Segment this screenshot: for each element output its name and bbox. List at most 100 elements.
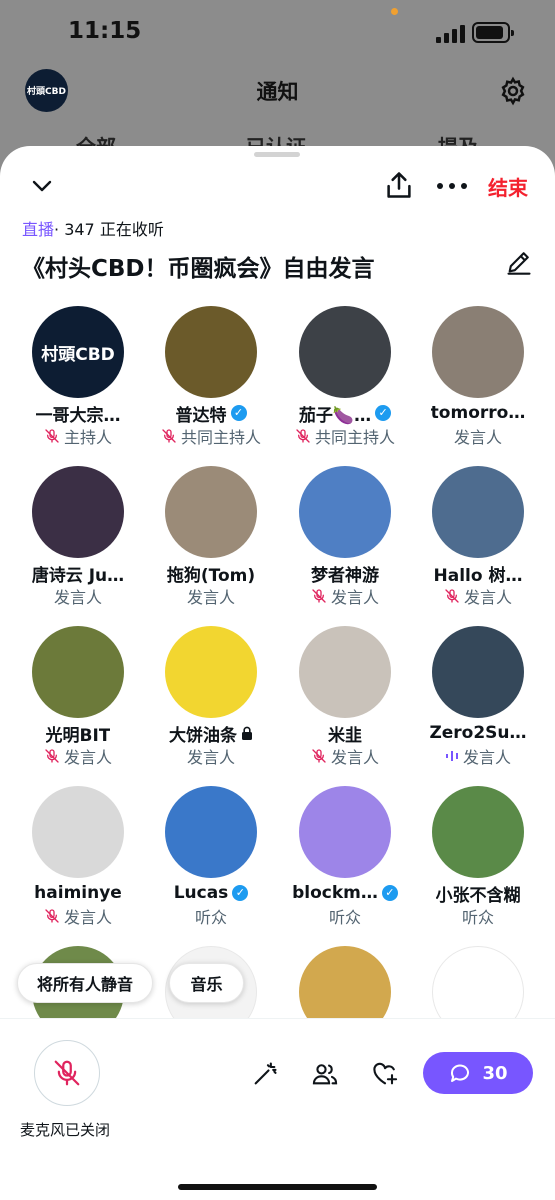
participant-role: 发言人 — [186, 748, 235, 767]
participant-name: Hallo 树… — [433, 565, 523, 586]
space-bottom-bar: 麦克风已关闭 30 — [0, 1018, 555, 1200]
participant-name-row: 大饼油条 — [144, 721, 278, 746]
participant-avatar[interactable] — [432, 466, 524, 558]
participant-name-row: 普达特 ✓ — [144, 401, 278, 426]
participant-card[interactable]: 唐诗云 Ju… 发言人 — [11, 466, 145, 607]
participant-name: Lucas — [173, 883, 229, 903]
gear-icon[interactable] — [498, 76, 528, 106]
participant-card[interactable]: tomorro… 发言人 — [411, 306, 545, 447]
edit-icon[interactable] — [505, 248, 533, 276]
participant-role: 发言人 — [453, 428, 502, 447]
participant-avatar[interactable] — [299, 306, 391, 398]
participant-name: Zero2Su… — [429, 723, 527, 743]
participant-name: 光明BIT — [45, 725, 111, 746]
space-title: 《村头CBD！币圈疯会》自由发言 — [22, 256, 375, 282]
share-icon[interactable] — [385, 170, 413, 200]
participant-role: 听众 — [461, 908, 494, 927]
space-toolbar: 结束 — [0, 170, 555, 204]
participant-role: 听众 — [328, 908, 361, 927]
more-icon[interactable] — [437, 174, 467, 198]
participant-name-row: haiminye — [11, 881, 145, 905]
battery-icon — [472, 22, 514, 43]
mic-off-icon — [45, 909, 59, 923]
participant-card[interactable]: 茄子🍆… ✓ 共同主持人 — [278, 306, 412, 447]
participant-role: 发言人 — [463, 588, 512, 607]
participant-name-row: Zero2Su… — [411, 721, 545, 745]
participant-role-row: 听众 — [278, 905, 412, 927]
participant-card[interactable]: Hallo 树… 发言人 — [411, 466, 545, 607]
participant-avatar[interactable] — [32, 786, 124, 878]
participant-name: 茄子🍆… — [298, 405, 372, 426]
participant-avatar[interactable] — [165, 626, 257, 718]
home-indicator — [178, 1184, 377, 1190]
participant-name-row: 唐诗云 Ju… — [11, 561, 145, 586]
participant-avatar[interactable] — [432, 626, 524, 718]
participant-role-row: 发言人 — [278, 585, 412, 607]
comments-button[interactable]: 30 — [423, 1052, 533, 1094]
music-button[interactable]: 音乐 — [169, 963, 244, 1003]
participant-card[interactable]: 米韭 发言人 — [278, 626, 412, 767]
comment-count: 30 — [482, 1062, 508, 1084]
comment-bubble-icon — [451, 1064, 470, 1082]
participant-avatar[interactable] — [299, 786, 391, 878]
participant-avatar[interactable] — [432, 786, 524, 878]
participant-avatar[interactable] — [432, 306, 524, 398]
participant-avatar[interactable] — [299, 466, 391, 558]
participant-card[interactable]: 普达特 ✓ 共同主持人 — [144, 306, 278, 447]
participant-role: 发言人 — [462, 748, 511, 767]
participant-avatar[interactable] — [299, 626, 391, 718]
participant-name-row: tomorro… — [411, 401, 545, 425]
status-time: 11:15 — [68, 18, 142, 44]
chevron-down-icon[interactable] — [30, 174, 54, 198]
page-title: 通知 — [256, 80, 299, 104]
participant-avatar[interactable] — [32, 466, 124, 558]
speaking-indicator-icon — [445, 751, 458, 761]
add-reaction-icon[interactable] — [371, 1060, 399, 1088]
participant-role: 发言人 — [330, 748, 379, 767]
participant-name-row: blockm… ✓ — [278, 881, 412, 905]
participant-card[interactable]: 村頭CBD 一哥大宗… 主持人 — [11, 306, 145, 447]
sheet-grabber[interactable] — [254, 152, 300, 157]
end-space-button[interactable]: 结束 — [488, 172, 528, 201]
microphone-toggle-button[interactable] — [34, 1040, 100, 1106]
status-bar: 11:15 — [0, 0, 555, 66]
participant-avatar[interactable] — [165, 786, 257, 878]
participant-card[interactable]: Lucas ✓ 听众 — [144, 786, 278, 927]
participant-role: 发言人 — [330, 588, 379, 607]
participant-role: 听众 — [194, 908, 227, 927]
participant-name: 大饼油条 — [169, 725, 237, 746]
participant-role-row: 发言人 — [278, 745, 412, 767]
participant-role-row: 发言人 — [11, 585, 145, 607]
participant-name-row: Lucas ✓ — [144, 881, 278, 905]
participant-card[interactable]: 大饼油条发言人 — [144, 626, 278, 767]
participant-card[interactable]: blockm… ✓ 听众 — [278, 786, 412, 927]
participant-name: 普达特 — [175, 405, 227, 426]
avatar-logo-text: 村頭CBD — [41, 344, 115, 365]
participant-name: 小张不含糊 — [435, 885, 521, 906]
participant-role: 发言人 — [186, 588, 235, 607]
participant-name-row: 梦者神游 — [278, 561, 412, 586]
participant-role-row: 发言人 — [411, 425, 545, 447]
mute-all-button[interactable]: 将所有人静音 — [17, 963, 153, 1003]
participant-card[interactable]: 梦者神游发言人 — [278, 466, 412, 607]
mic-off-icon — [312, 749, 326, 763]
participant-avatar[interactable]: 村頭CBD — [32, 306, 124, 398]
participant-card[interactable]: Zero2Su… 发言人 — [411, 626, 545, 767]
participant-card[interactable]: 小张不含糊 听众 — [411, 786, 545, 927]
verified-badge-icon: ✓ — [230, 405, 247, 421]
live-label: 直播 — [22, 220, 55, 239]
participant-role: 主持人 — [63, 428, 112, 447]
participant-card[interactable]: 光明BIT 发言人 — [11, 626, 145, 767]
participant-role-row: 发言人 — [144, 745, 278, 767]
participant-role-row: 共同主持人 — [144, 425, 278, 447]
participant-avatar[interactable] — [165, 466, 257, 558]
participant-name: 拖狗(Tom) — [166, 565, 256, 586]
participant-role: 发言人 — [63, 748, 112, 767]
people-icon[interactable] — [311, 1060, 339, 1088]
participant-avatar[interactable] — [165, 306, 257, 398]
participant-avatar[interactable] — [32, 626, 124, 718]
space-sheet: 结束 直播· 347 正在收听 《村头CBD！币圈疯会》自由发言 村頭CBD 一哥… — [0, 146, 555, 1200]
participant-card[interactable]: haiminye 发言人 — [11, 786, 145, 927]
magic-wand-icon[interactable] — [251, 1060, 279, 1088]
participant-card[interactable]: 拖狗(Tom) 发言人 — [144, 466, 278, 607]
